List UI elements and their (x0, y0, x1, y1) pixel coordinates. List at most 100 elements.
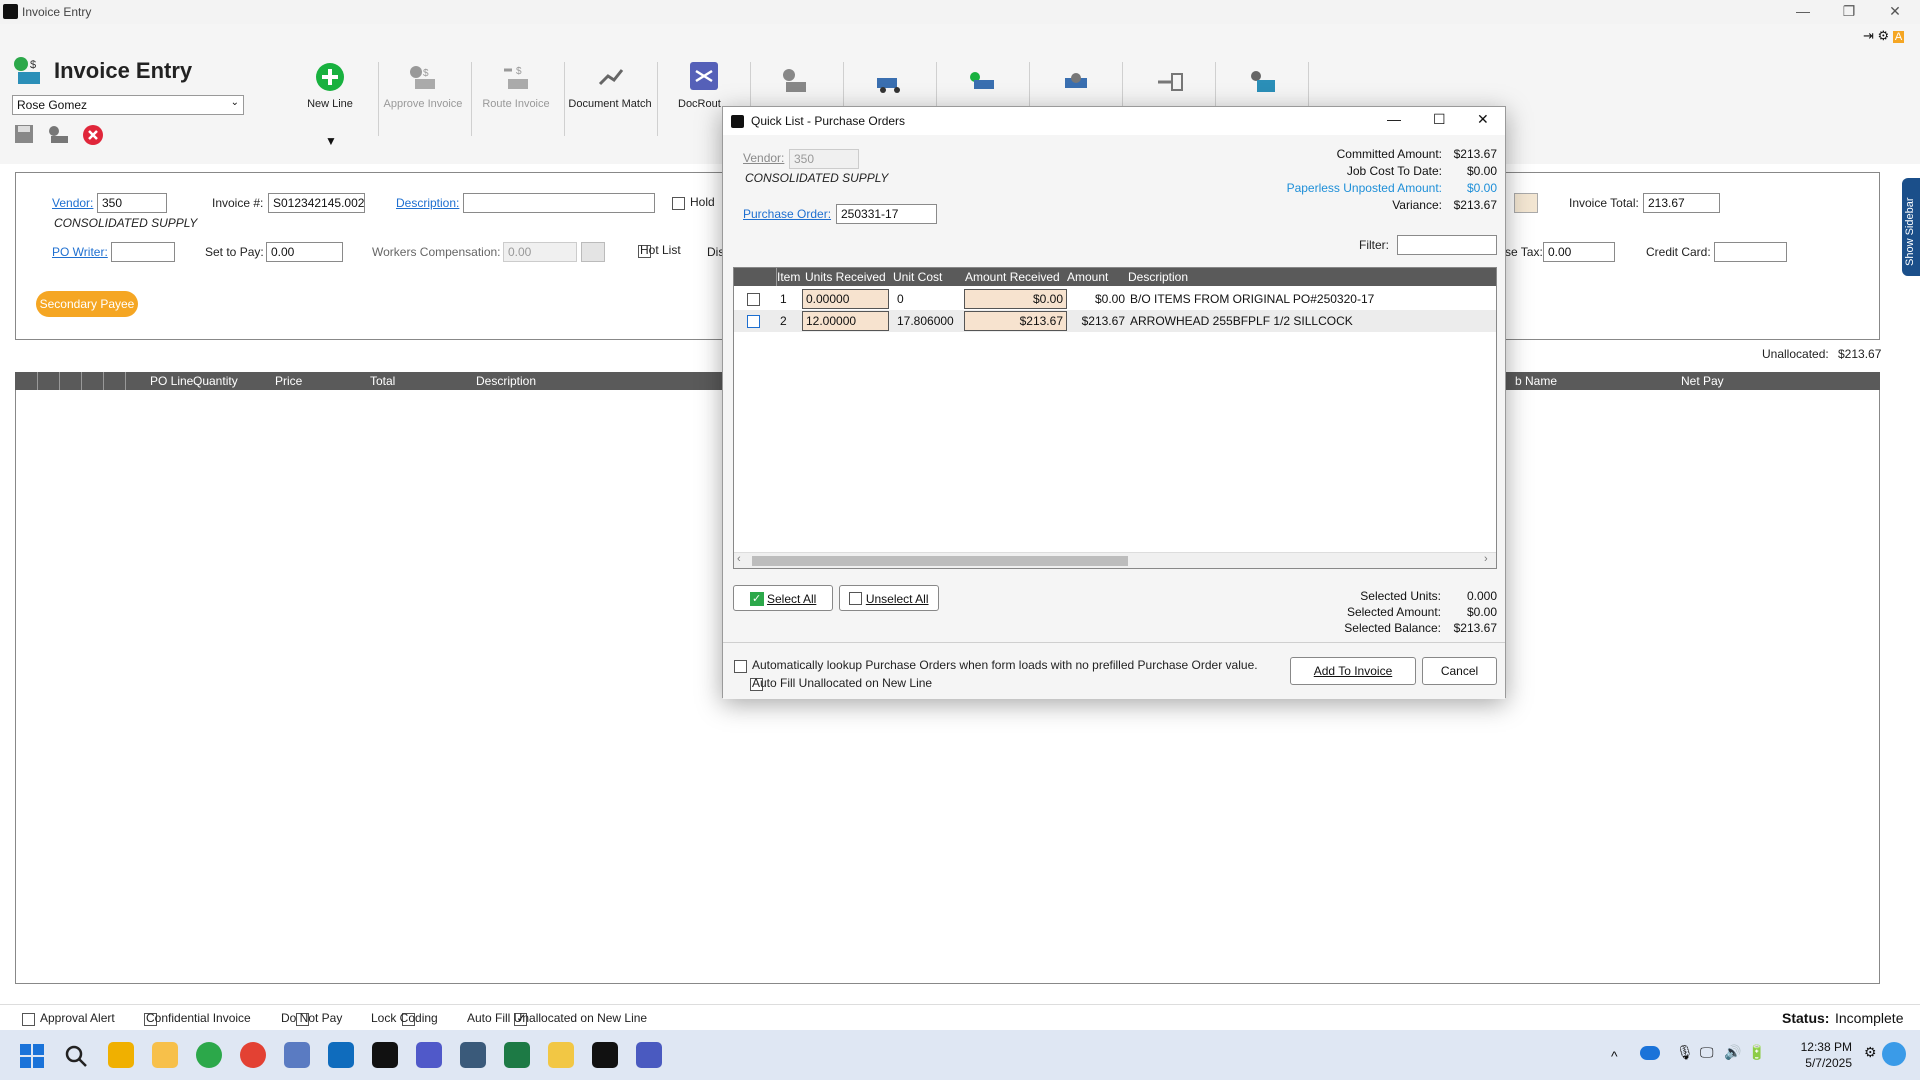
taskbar-app-icon[interactable] (152, 1042, 178, 1068)
invoice-number-field[interactable]: S012342145.002 (268, 193, 365, 213)
dialog-vendor-link[interactable]: Vendor: (743, 151, 784, 165)
save-icon[interactable] (14, 124, 34, 144)
network-icon[interactable]: 🖵 (1700, 1044, 1714, 1061)
clock-time[interactable]: 12:38 PM (1792, 1040, 1852, 1054)
pin-icon[interactable]: ⇥ (1863, 28, 1874, 43)
unselect-all-button[interactable]: Unselect All (839, 585, 939, 611)
secondary-payee-button[interactable]: Secondary Payee (36, 291, 138, 317)
row-select-checkbox[interactable] (747, 293, 760, 307)
sales-tax-field[interactable]: 0.00 (1543, 242, 1615, 262)
chrome-icon[interactable] (240, 1042, 266, 1068)
table-row[interactable]: 2 12.00000 17.806000 $213.67 $213.67 ARR… (734, 310, 1496, 332)
microphone-icon[interactable]: 🎙 (1676, 1044, 1694, 1061)
transfer-icon[interactable] (1154, 70, 1186, 94)
credit-card-field[interactable] (1714, 242, 1787, 262)
po-writer-field[interactable] (111, 242, 175, 262)
col-po-line[interactable]: PO Line (150, 374, 193, 388)
row-amount-received[interactable]: $213.67 (964, 311, 1067, 331)
battery-icon[interactable]: 🔋 (1748, 1044, 1765, 1061)
notification-icon[interactable]: ⚙ (1864, 1044, 1877, 1061)
taskbar-app-icon[interactable] (196, 1042, 222, 1068)
scrollbar-thumb[interactable] (752, 556, 1128, 566)
dialog-maximize-button[interactable]: ☐ (1433, 111, 1446, 128)
taskbar-app-icon[interactable] (108, 1042, 134, 1068)
auto-lookup-checkbox[interactable] (734, 660, 747, 674)
vendor-link[interactable]: Vendor: (52, 196, 93, 210)
user-select[interactable]: Rose Gomez ⌄ (12, 95, 244, 115)
calculator-app-icon[interactable] (460, 1042, 486, 1068)
start-icon[interactable] (20, 1044, 44, 1068)
col-job-name[interactable]: b Name (1515, 374, 1557, 388)
invoice-dollar-icon[interactable] (780, 66, 810, 96)
vendor-field[interactable]: 350 (97, 193, 167, 213)
delivery-truck-icon[interactable] (875, 70, 907, 94)
onedrive-icon[interactable] (1640, 1046, 1660, 1060)
minimize-button[interactable]: — (1788, 3, 1818, 19)
invoice-total-field[interactable]: 213.67 (1643, 193, 1720, 213)
row-units-received[interactable]: 12.00000 (802, 311, 889, 331)
restore-button[interactable]: ❐ (1834, 3, 1864, 20)
col-item[interactable]: Item (777, 270, 800, 284)
description-link[interactable]: Description: (396, 196, 459, 210)
taskbar-app-icon[interactable] (636, 1042, 662, 1068)
scroll-right-icon[interactable]: › (1484, 553, 1488, 565)
show-sidebar-tab[interactable]: Show Sidebar (1902, 178, 1920, 276)
taskbar-app-icon[interactable] (284, 1042, 310, 1068)
add-delivery-icon[interactable] (968, 70, 1000, 94)
row-units-received[interactable]: 0.00000 (802, 289, 889, 309)
volume-icon[interactable]: 🔊 (1724, 1044, 1741, 1061)
row-amount-received[interactable]: $0.00 (964, 289, 1067, 309)
document-match-button[interactable]: Document Match (565, 62, 655, 110)
col-amount[interactable]: Amount (1067, 270, 1108, 284)
alert-icon[interactable]: A (1892, 31, 1905, 43)
delete-icon[interactable] (82, 124, 104, 146)
dialog-close-button[interactable]: ✕ (1477, 111, 1489, 128)
col-amount-received[interactable]: Amount Received (965, 270, 1060, 284)
taskbar-active-app-icon[interactable] (592, 1042, 618, 1068)
hold-checkbox[interactable] (672, 197, 685, 211)
col-description[interactable]: Description (476, 374, 536, 388)
purchase-order-field[interactable]: 250331-17 (836, 204, 937, 224)
row-select-checkbox[interactable] (747, 315, 760, 329)
set-to-pay-field[interactable]: 0.00 (266, 242, 343, 262)
taskbar-app-icon[interactable] (372, 1042, 398, 1068)
select-all-button[interactable]: ✓ Select All (733, 585, 833, 611)
approval-alert-checkbox[interactable] (22, 1013, 35, 1027)
description-field[interactable] (463, 193, 655, 213)
file-explorer-icon[interactable] (548, 1042, 574, 1068)
dialog-minimize-button[interactable]: — (1387, 111, 1401, 127)
invoice-doc-icon[interactable] (1247, 66, 1279, 96)
route-invoice-button[interactable]: $ Route Invoice (471, 62, 561, 110)
close-button[interactable]: ✕ (1880, 3, 1910, 20)
filter-input[interactable] (1397, 235, 1497, 255)
dialog-vendor-field[interactable]: 350 (789, 149, 859, 169)
scroll-left-icon[interactable]: ‹ (737, 553, 741, 565)
col-total[interactable]: Total (370, 374, 395, 388)
workers-comp-field[interactable]: 0.00 (503, 242, 577, 262)
teams-icon[interactable] (416, 1042, 442, 1068)
search-icon[interactable] (64, 1044, 88, 1068)
col-net-pay[interactable]: Net Pay (1681, 374, 1724, 388)
cancel-button[interactable]: Cancel (1422, 657, 1497, 685)
outlook-icon[interactable] (328, 1042, 354, 1068)
table-row[interactable]: 1 0.00000 0 $0.00 $0.00 B/O ITEMS FROM O… (734, 288, 1496, 310)
calendar-icon[interactable] (1514, 193, 1538, 213)
tray-chevron-icon[interactable]: ^ (1611, 1048, 1618, 1064)
add-to-invoice-button[interactable]: Add To Invoice (1290, 657, 1416, 685)
purchase-order-link[interactable]: Purchase Order: (743, 207, 831, 221)
horizontal-scrollbar[interactable]: ‹ › (734, 552, 1496, 568)
excel-icon[interactable] (504, 1042, 530, 1068)
invoice-settings-icon[interactable] (48, 124, 70, 144)
new-line-dropdown-arrow[interactable]: ▼ (325, 134, 337, 148)
col-units-received[interactable]: Units Received (805, 270, 886, 284)
col-quantity[interactable]: Quantity (193, 374, 238, 388)
col-description[interactable]: Description (1128, 270, 1188, 284)
approve-invoice-button[interactable]: $ Approve Invoice (378, 62, 468, 110)
copilot-icon[interactable] (1882, 1042, 1906, 1066)
po-writer-link[interactable]: PO Writer: (52, 245, 108, 259)
col-unit-cost[interactable]: Unit Cost (893, 270, 942, 284)
gear-icon[interactable]: ⚙ (1878, 28, 1890, 43)
col-price[interactable]: Price (275, 374, 302, 388)
doc-route-button[interactable]: DocRout (660, 62, 726, 110)
clock-date[interactable]: 5/7/2025 (1792, 1056, 1852, 1070)
